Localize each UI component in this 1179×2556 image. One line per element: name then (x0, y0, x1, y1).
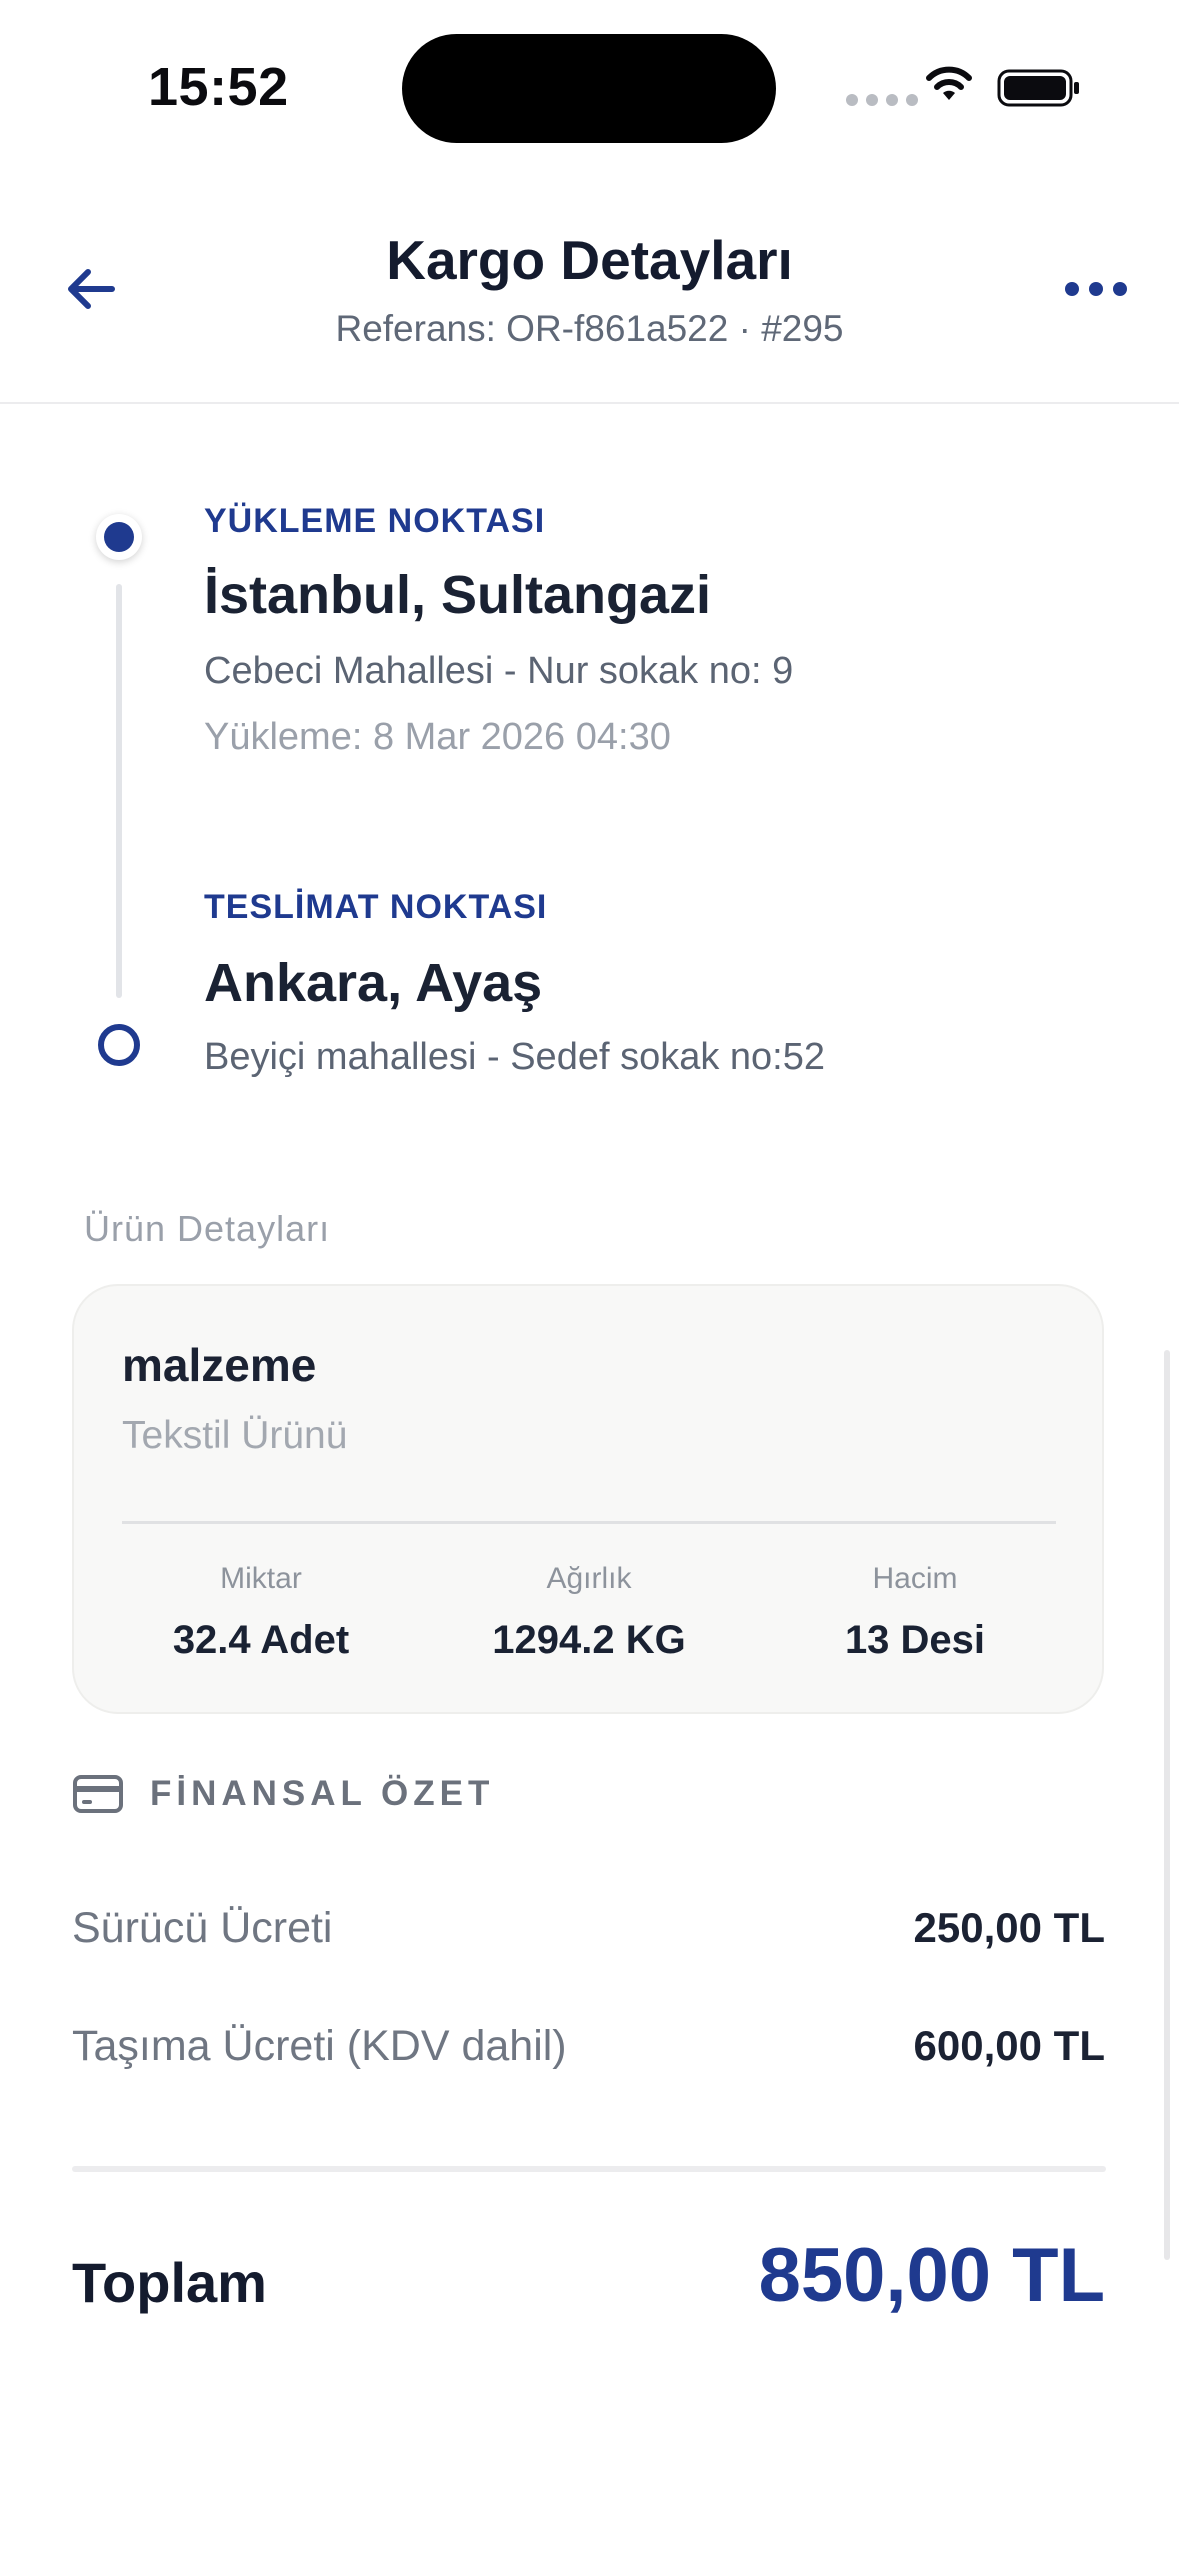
finance-divider (72, 2166, 1106, 2172)
reference-subtitle: Referans: OR-f861a522 · #295 (335, 308, 844, 349)
delivery-marker-icon (98, 1024, 140, 1066)
product-section-title: Ürün Detayları (84, 1208, 331, 1249)
transport-fee-value: 600,00 TL (913, 2022, 1105, 2069)
product-category: Tekstil Ürünü (122, 1414, 348, 1457)
total-value: 850,00 TL (758, 2233, 1105, 2318)
route-timeline-line (116, 584, 122, 998)
battery-icon (997, 69, 1079, 107)
pickup-label: YÜKLEME NOKTASI (204, 502, 546, 540)
metric-quantity: Miktar 32.4 Adet (101, 1562, 421, 1663)
pickup-city: İstanbul, Sultangazi (204, 565, 712, 625)
delivery-label: TESLİMAT NOKTASI (204, 888, 548, 926)
metric-value: 32.4 Adet (172, 1618, 350, 1662)
metric-volume: Hacim 13 Desi (755, 1562, 1075, 1663)
header-divider (0, 402, 1179, 404)
page-title: Kargo Detayları (386, 229, 793, 291)
transport-fee-label: Taşıma Ücreti (KDV dahil) (72, 2022, 567, 2070)
metric-weight: Ağırlık 1294.2 KG (429, 1562, 749, 1663)
metric-value: 13 Desi (844, 1618, 986, 1662)
metric-label: Hacim (872, 1562, 958, 1595)
metric-label: Miktar (220, 1562, 302, 1595)
metric-label: Ağırlık (546, 1562, 632, 1595)
delivery-city: Ankara, Ayaş (204, 953, 543, 1013)
credit-card-icon (73, 1775, 123, 1813)
metric-value: 1294.2 KG (492, 1618, 686, 1662)
pickup-date: Yükleme: 8 Mar 2026 04:30 (204, 716, 671, 758)
product-name: malzeme (122, 1339, 317, 1391)
product-divider (122, 1521, 1056, 1524)
driver-fee-value: 250,00 TL (913, 1904, 1105, 1951)
total-label: Toplam (72, 2251, 267, 2314)
wifi-icon (926, 66, 972, 100)
more-horizontal-icon[interactable] (1062, 274, 1130, 304)
dynamic-island (402, 34, 776, 143)
driver-fee-label: Sürücü Ücreti (72, 1904, 333, 1952)
scrollbar[interactable] (1164, 1350, 1170, 2260)
cellular-signal-icon (846, 94, 918, 106)
pickup-marker-icon (96, 514, 142, 560)
delivery-address: Beyiçi mahallesi - Sedef sokak no:52 (204, 1036, 825, 1078)
status-time: 15:52 (148, 57, 289, 117)
pickup-address: Cebeci Mahallesi - Nur sokak no: 9 (204, 650, 794, 692)
finance-heading: FİNANSAL ÖZET (150, 1774, 495, 1813)
